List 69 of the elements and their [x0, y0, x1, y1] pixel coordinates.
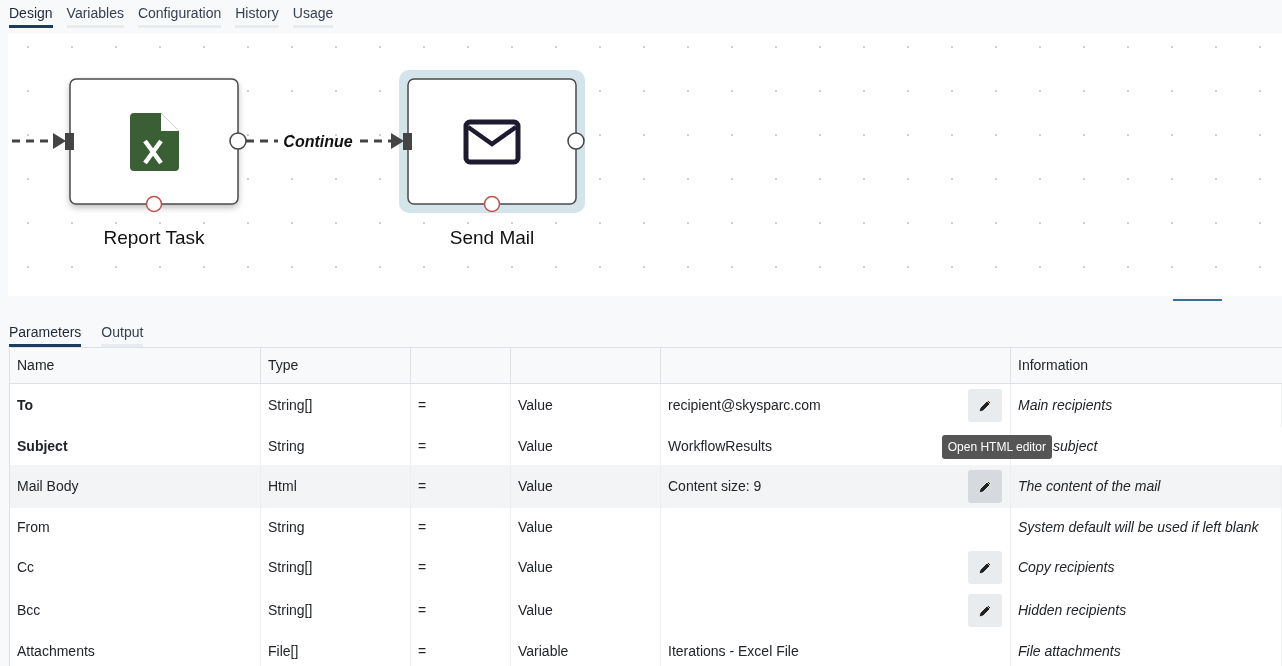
- pencil-icon: [977, 397, 993, 414]
- column-header: Name: [17, 356, 55, 375]
- tab[interactable]: Usage: [292, 3, 334, 28]
- mail-icon: [463, 119, 521, 165]
- table-cell-text: Bcc: [17, 601, 41, 620]
- table-cell-text: Iterations - Excel File: [668, 641, 799, 661]
- table-cell-text: =: [418, 601, 427, 620]
- node-label: Report Task: [103, 227, 205, 248]
- table-cell-text: Cc: [17, 558, 35, 577]
- table-cell-text: Hidden recipients: [1018, 601, 1127, 620]
- table-cell-text: Subject: [17, 436, 68, 456]
- tab[interactable]: Variables: [66, 3, 124, 28]
- table-cell-text: =: [418, 436, 427, 456]
- table-cell-text: Value: [518, 396, 553, 415]
- spreadsheet-file-icon: [130, 113, 179, 171]
- table-cell-text: Content size: 9: [668, 477, 762, 496]
- connector-label: Continue: [283, 133, 353, 150]
- table-cell-text: Variable: [518, 641, 569, 661]
- table-cell-text: Html: [268, 477, 297, 496]
- table-cell-text: Value: [518, 436, 553, 456]
- table-cell-text: Attachments: [17, 641, 95, 661]
- input-port: [65, 133, 74, 150]
- column-header: Type: [268, 356, 299, 375]
- pencil-icon: [977, 602, 993, 619]
- table-cell-text: String: [268, 436, 305, 456]
- error-port: [145, 195, 163, 213]
- arrow: [12, 133, 66, 149]
- output-port: [229, 132, 247, 150]
- table-cell-text: String[]: [268, 396, 313, 415]
- table-cell-text: Copy recipients: [1018, 558, 1115, 577]
- table-cell-text: =: [418, 641, 427, 661]
- error-port: [483, 195, 501, 213]
- column-header: Information: [1018, 356, 1089, 375]
- table-cell-text: File attachments: [1018, 641, 1121, 661]
- table-cell-text: String[]: [268, 601, 313, 620]
- edit-button[interactable]: [968, 470, 1002, 503]
- table-cell-text: Mail Body: [17, 477, 79, 496]
- table-cell-text: Value: [518, 601, 553, 620]
- table-cell-text: String[]: [268, 558, 313, 577]
- tooltip: Open HTML editor: [941, 435, 1052, 459]
- resize-handle[interactable]: [1173, 299, 1222, 301]
- table-cell-text: subject: [1053, 436, 1098, 456]
- output-port: [567, 132, 585, 150]
- edit-button[interactable]: [968, 551, 1002, 584]
- tab[interactable]: History: [235, 3, 279, 28]
- edit-button[interactable]: [968, 389, 1002, 422]
- table-cell-text: =: [418, 558, 427, 577]
- tab[interactable]: Design: [9, 3, 53, 28]
- table-cell-text: String: [268, 517, 305, 537]
- table-cell-text: Value: [518, 517, 553, 537]
- input-port: [403, 133, 412, 150]
- node-label: Send Mail: [449, 227, 535, 248]
- table-cell-text: The content of the mail: [1018, 477, 1161, 496]
- table-cell-text: Value: [518, 477, 553, 496]
- table-cell-text: WorkflowResults: [668, 436, 772, 456]
- table-cell-text: =: [418, 477, 427, 496]
- table-cell-text: System default will be used if left blank: [1018, 517, 1259, 537]
- tab[interactable]: Configuration: [137, 3, 222, 28]
- table-cell-text: =: [418, 517, 427, 537]
- table-cell-text: From: [17, 517, 50, 537]
- table-cell-text: =: [418, 396, 427, 415]
- table-cell-text: File[]: [268, 641, 299, 661]
- pencil-icon: [977, 478, 993, 495]
- table-cell-text: recipient@skysparc.com: [668, 396, 821, 415]
- pencil-icon: [977, 559, 993, 576]
- table-cell-text: Main recipients: [1018, 396, 1113, 415]
- edit-button[interactable]: [968, 594, 1002, 627]
- table-cell-text: To: [17, 396, 34, 415]
- table-cell-text: Value: [518, 558, 553, 577]
